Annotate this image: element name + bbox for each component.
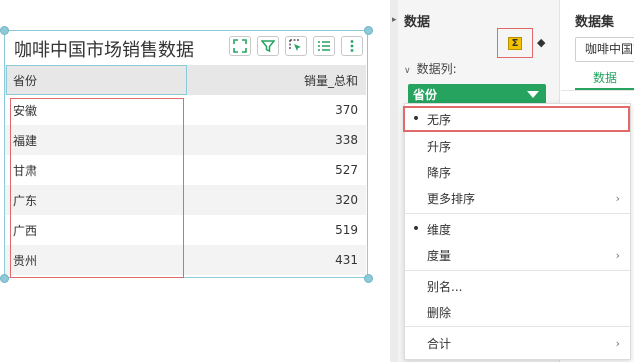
expand-icon <box>233 39 247 53</box>
widget-title: 咖啡中国市场销售数据 <box>14 40 194 61</box>
menu-item-more-sort[interactable]: 更多排序 › <box>405 185 630 211</box>
list-button[interactable] <box>313 36 335 56</box>
resize-handle[interactable] <box>0 26 9 35</box>
section-label: 数据列: <box>416 62 457 76</box>
chevron-right-icon: › <box>615 248 620 262</box>
chevron-right-icon[interactable]: ▸ <box>392 15 397 25</box>
cell-province: 广东 <box>13 193 38 208</box>
widget-toolbar <box>229 36 363 56</box>
menu-item-delete[interactable]: 删除 <box>405 299 630 325</box>
tab-data[interactable]: 数据 <box>575 68 634 90</box>
resize-handle[interactable] <box>364 274 373 283</box>
menu-item-dimension[interactable]: • 维度 <box>405 216 630 242</box>
data-table: 省份 销量_总和 安徽 370 福建 338 甘肃 527 广东 320 广西 … <box>5 65 366 275</box>
table-row[interactable]: 贵州 431 <box>5 245 366 275</box>
field-context-menu: • 无序 升序 降序 更多排序 › • 维度 度量 › 别名... 删除 合计 … <box>403 103 631 360</box>
panel-splitter[interactable] <box>390 0 398 362</box>
cell-province: 安徽 <box>13 103 38 118</box>
canvas-area: 咖啡中国市场销售数据 省份 销量_总和 安徽 370 福建 338 甘肃 527… <box>0 0 390 362</box>
table-row[interactable]: 安徽 370 <box>5 95 366 125</box>
resize-handle[interactable] <box>364 26 373 35</box>
menu-item-measure[interactable]: 度量 › <box>405 242 630 268</box>
filter-icon <box>261 40 275 53</box>
cell-province: 福建 <box>13 133 38 148</box>
panel-title: 数据 <box>404 15 431 30</box>
menu-item-label: 升序 <box>427 139 452 154</box>
cell-value: 519 <box>335 223 358 237</box>
table-widget[interactable]: 咖啡中国市场销售数据 省份 销量_总和 安徽 370 福建 338 甘肃 527… <box>4 30 368 278</box>
list-icon <box>318 41 330 51</box>
tab-divider <box>561 90 634 91</box>
menu-item-descending[interactable]: 降序 <box>405 159 630 185</box>
menu-item-label: 别名... <box>427 279 463 294</box>
table-row[interactable]: 广东 320 <box>5 185 366 215</box>
sigma-button-highlight[interactable]: Σ <box>497 28 533 58</box>
cursor-select-icon <box>289 39 301 51</box>
caret-down-icon[interactable] <box>527 90 539 98</box>
menu-item-alias[interactable]: 别名... <box>405 273 630 299</box>
bullet-icon: • <box>411 111 421 127</box>
menu-item-label: 度量 <box>427 248 452 263</box>
menu-item-label: 合计 <box>427 336 452 351</box>
menu-item-label: 更多排序 <box>427 191 476 206</box>
table-row[interactable]: 广西 519 <box>5 215 366 245</box>
menu-item-label: 无序 <box>427 112 452 127</box>
filter-button[interactable] <box>257 36 279 56</box>
sigma-icon[interactable]: Σ <box>508 37 522 50</box>
cell-province: 甘肃 <box>13 163 38 178</box>
select-button[interactable] <box>285 36 307 56</box>
menu-item-label: 删除 <box>427 305 452 320</box>
menu-item-label: 降序 <box>427 165 452 180</box>
table-row[interactable]: 甘肃 527 <box>5 155 366 185</box>
header-sales-sum[interactable]: 销量_总和 <box>206 72 366 89</box>
chevron-right-icon: › <box>615 191 620 205</box>
menu-item-unsorted[interactable]: • 无序 <box>403 106 630 132</box>
header-province[interactable]: 省份 <box>5 72 206 89</box>
menu-item-total[interactable]: 合计 › <box>405 330 630 356</box>
menu-divider <box>405 270 630 271</box>
cell-value: 338 <box>335 133 358 147</box>
more-button[interactable] <box>341 36 363 56</box>
field-pill-province[interactable]: 省份 <box>408 84 546 104</box>
resize-handle[interactable] <box>0 274 9 283</box>
field-pill-label: 省份 <box>413 87 438 102</box>
more-vertical-icon <box>350 40 354 52</box>
table-header-row: 省份 销量_总和 <box>5 65 366 95</box>
menu-divider <box>405 213 630 214</box>
chevron-down-icon: ∨ <box>404 66 411 76</box>
cell-province: 广西 <box>13 223 38 238</box>
chevron-right-icon: › <box>615 336 620 350</box>
eraser-icon[interactable]: ◆ <box>537 36 545 49</box>
table-row[interactable]: 福建 338 <box>5 125 366 155</box>
dataset-title: 数据集 <box>575 15 615 30</box>
cell-province: 贵州 <box>13 253 38 268</box>
menu-item-ascending[interactable]: 升序 <box>405 133 630 159</box>
menu-divider <box>405 326 630 327</box>
data-columns-section[interactable]: ∨ 数据列: <box>404 60 457 77</box>
dataset-select[interactable]: 咖啡中国市场销售数据 <box>575 37 634 62</box>
bullet-icon: • <box>411 221 421 237</box>
cell-value: 527 <box>335 163 358 177</box>
expand-button[interactable] <box>229 36 251 56</box>
cell-value: 320 <box>335 193 358 207</box>
cell-value: 370 <box>335 103 358 117</box>
menu-item-label: 维度 <box>427 222 452 237</box>
cell-value: 431 <box>335 253 358 267</box>
